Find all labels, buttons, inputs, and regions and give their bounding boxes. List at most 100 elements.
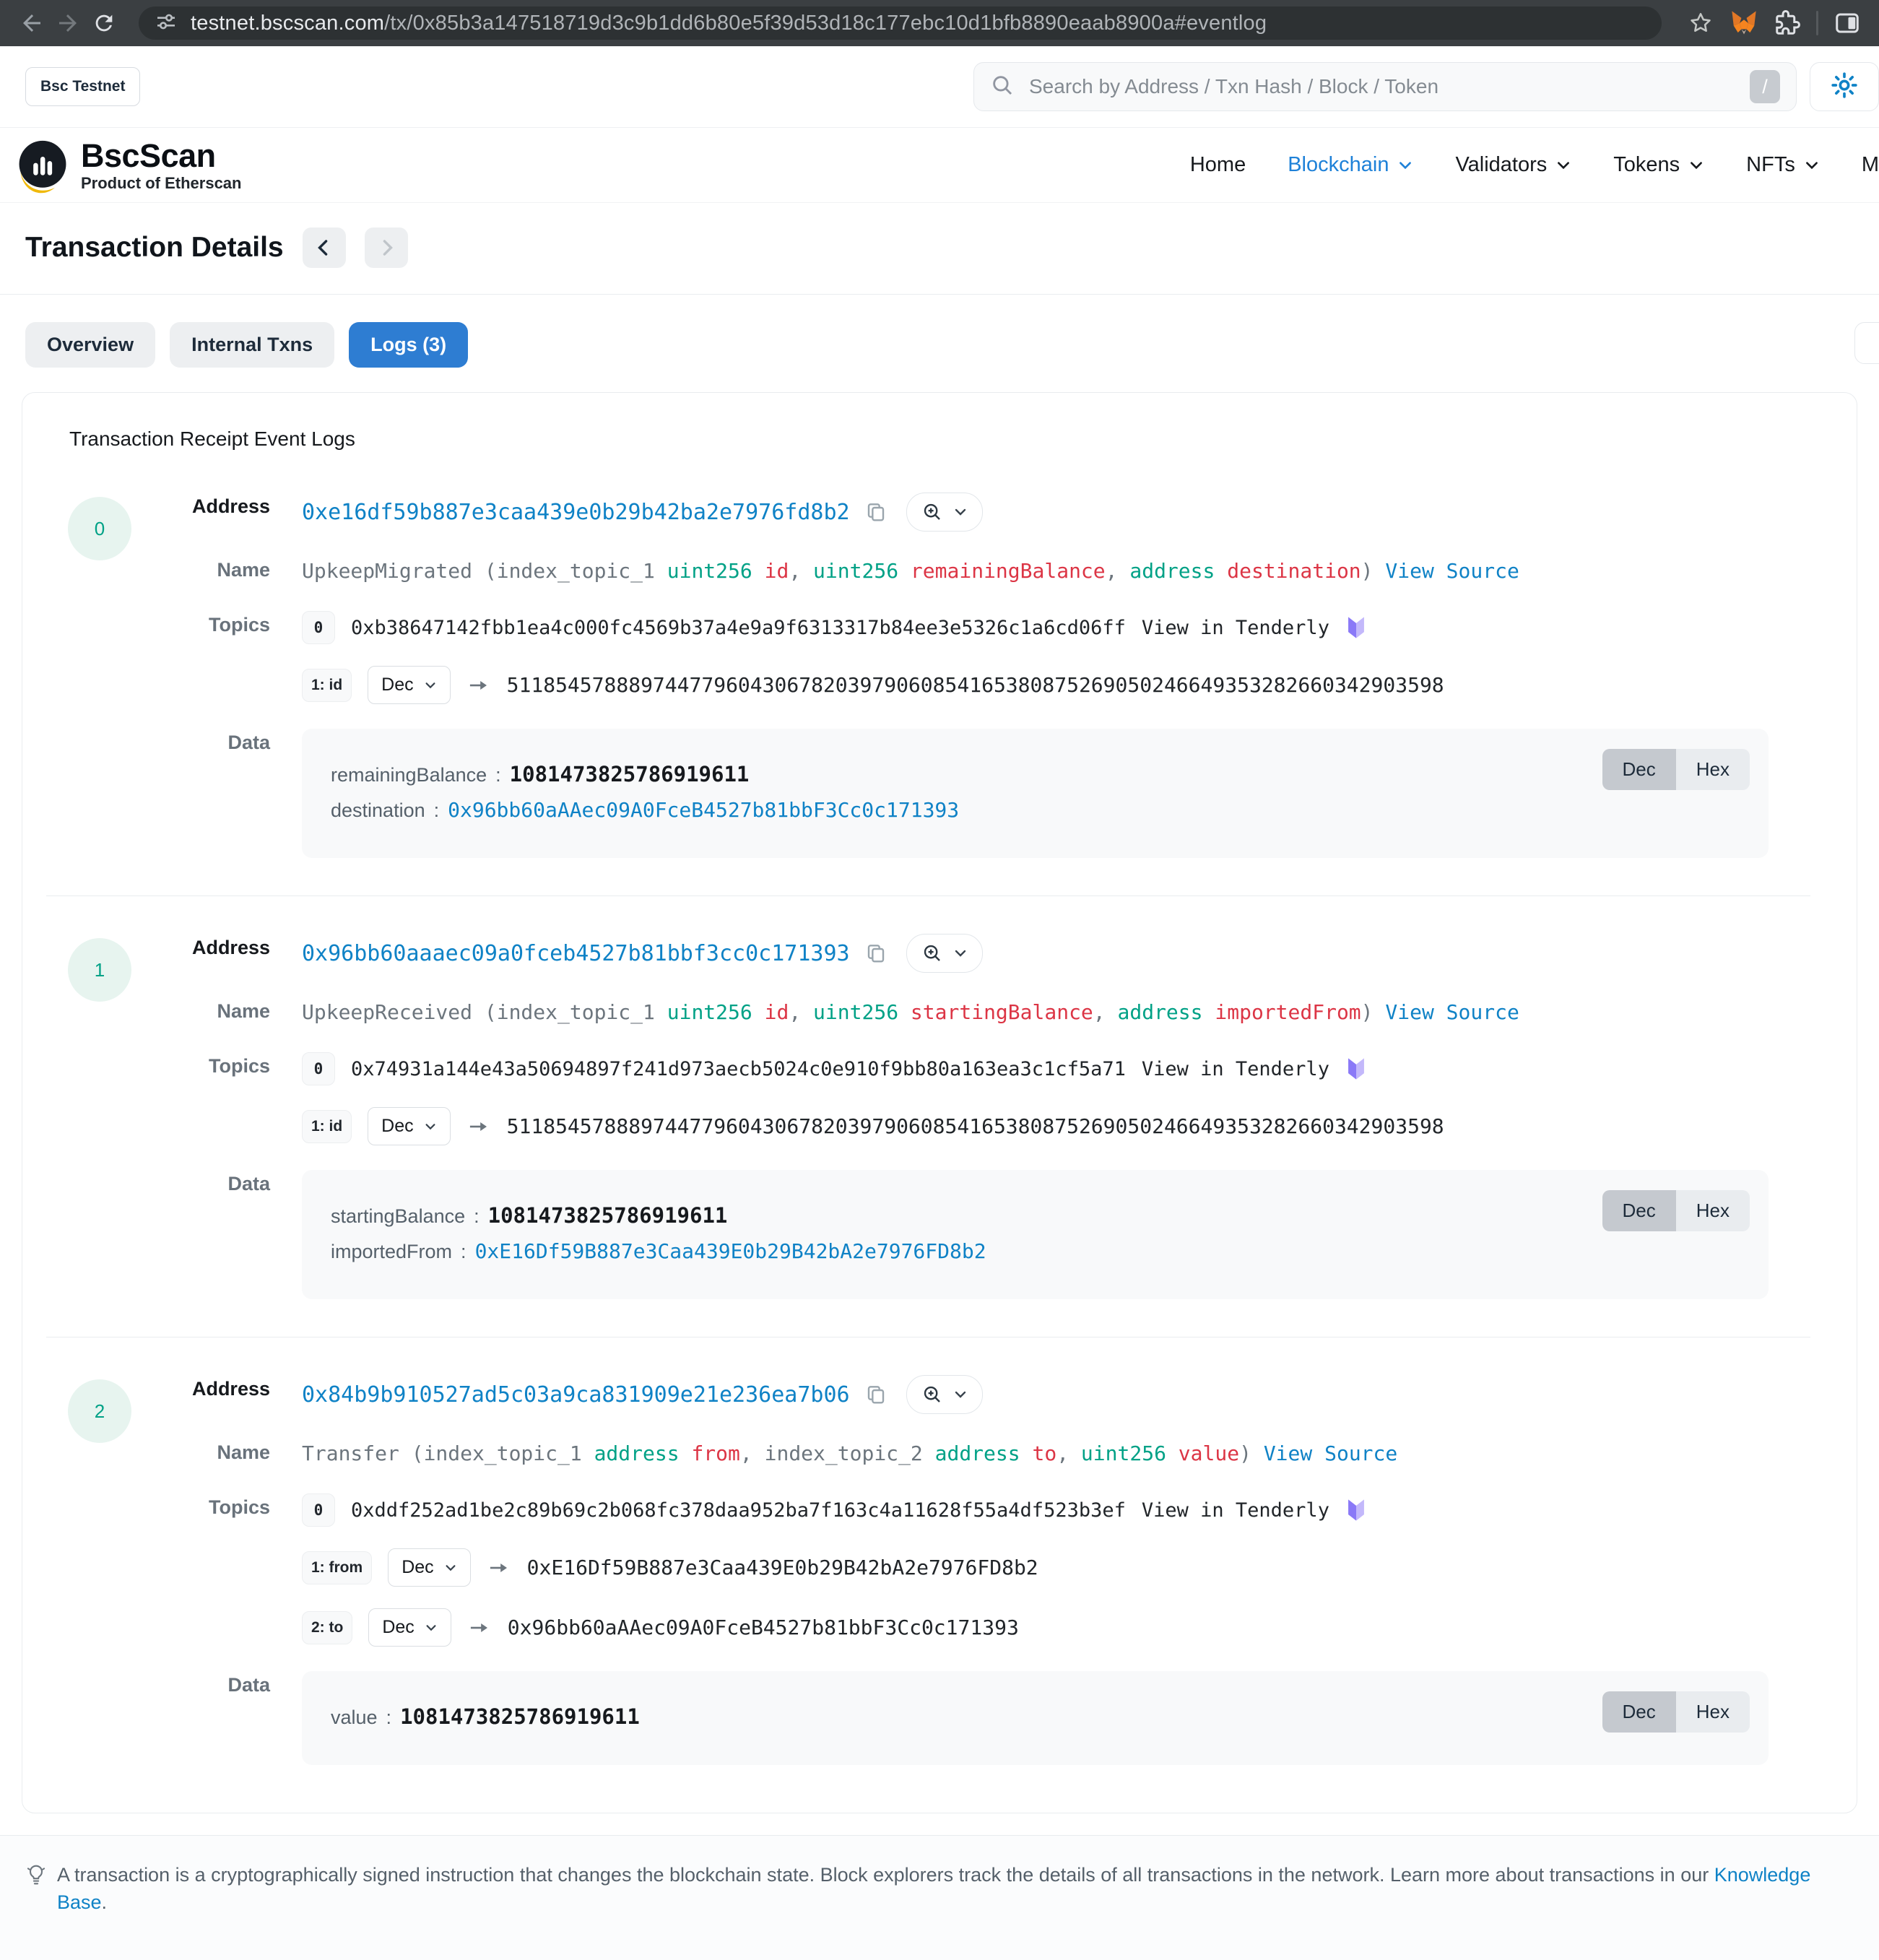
address-lookup-button[interactable] [906,493,983,532]
event-signature: UpkeepReceived (index_topic_1 uint256 id… [302,997,1810,1028]
name-row: Name UpkeepMigrated (index_topic_1 uint2… [46,556,1810,586]
dec-dropdown[interactable]: Dec [368,1107,450,1145]
topics-label: Topics [46,1052,302,1077]
copy-icon[interactable] [864,942,888,965]
site-settings-icon[interactable] [155,10,178,37]
topic-hash: 0xb38647142fbb1ea4c000fc4569b37a4e9a9f63… [351,617,1126,639]
arrow-right-icon [467,1620,492,1636]
view-source-link[interactable]: View Source [1385,559,1519,583]
topic-value-address-link[interactable]: 0x96bb60aAAec09A0FceB4527b81bbF3Cc0c1713… [508,1616,1019,1639]
view-in-tenderly-link[interactable]: View in Tenderly [1142,1499,1329,1522]
chevron-down-icon [1555,157,1571,173]
topic-value: 5118545788897447796043067820397906085416… [507,1114,1444,1138]
log-entry-1: 1 Address 0x96bb60aaaec09a0fceb4527b81bb… [46,934,1810,1337]
prev-tx-button[interactable] [303,227,346,268]
sun-icon [1830,71,1859,103]
view-source-link[interactable]: View Source [1264,1441,1397,1465]
topic-value: 5118545788897447796043067820397906085416… [507,673,1444,697]
name-label: Name [46,556,302,581]
data-address-link[interactable]: 0x96bb60aAAec09A0FceB4527b81bbF3Cc0c1713… [448,798,959,822]
page-title: Transaction Details [25,232,284,264]
view-in-tenderly-link[interactable]: View in Tenderly [1142,1058,1329,1080]
topics-label: Topics [46,611,302,636]
event-logs-card: Transaction Receipt Event Logs 0 Address… [22,392,1857,1813]
name-row: Name Transfer (index_topic_1 address fro… [46,1439,1810,1469]
nav-validators[interactable]: Validators [1455,153,1571,177]
nav-home[interactable]: Home [1190,153,1246,177]
back-icon[interactable] [17,9,46,38]
extensions-puzzle-icon[interactable] [1773,9,1802,38]
dec-hex-toggle: Dec Hex [1602,749,1750,790]
bookmark-star-icon[interactable] [1686,9,1715,38]
topic-index-badge: 1: id [302,669,352,702]
page-url: testnet.bscscan.com/tx/0x85b3a147518719d… [191,12,1267,35]
nav-more[interactable]: M [1862,153,1879,177]
search-input[interactable] [1028,74,1737,99]
tab-overview[interactable]: Overview [25,322,155,368]
page-title-row: Transaction Details [0,203,1879,294]
network-badge[interactable]: Bsc Testnet [25,67,140,106]
data-address-link[interactable]: 0xE16Df59B887e3Caa439E0b29B42bA2e7976FD8… [475,1239,986,1263]
chevron-right-icon [377,238,396,257]
reload-icon[interactable] [90,9,118,38]
log-address-link[interactable]: 0x84b9b910527ad5c03a9ca831909e21e236ea7b… [302,1382,850,1408]
address-lookup-button[interactable] [906,934,983,973]
nav-tokens[interactable]: Tokens [1613,153,1704,177]
dec-toggle[interactable]: Dec [1602,749,1676,790]
dec-toggle[interactable]: Dec [1602,1190,1676,1231]
arrow-right-icon [487,1560,511,1576]
data-box: remainingBalance:1081473825786919611 des… [302,729,1769,858]
chevron-down-icon [444,1561,457,1574]
theme-toggle-button[interactable] [1810,62,1879,111]
side-panel-icon[interactable] [1833,9,1862,38]
data-field: importedFrom:0xE16Df59B887e3Caa439E0b29B… [331,1239,1740,1263]
copy-icon[interactable] [864,500,888,524]
chevron-down-icon [1804,157,1820,173]
log-address-link[interactable]: 0x96bb60aaaec09a0fceb4527b81bbf3cc0c1713… [302,941,850,966]
tab-internal-txns[interactable]: Internal Txns [170,322,334,368]
forward-icon[interactable] [53,9,82,38]
dec-hex-toggle: Dec Hex [1602,1190,1750,1231]
data-label: Data [46,1671,302,1696]
data-row: Data value:1081473825786919611 Dec Hex [46,1671,1810,1765]
site-header-main: BscScan Product of Etherscan Home Blockc… [0,128,1879,203]
topic-index-badge: 1: id [302,1110,352,1143]
search-bar[interactable]: / [973,62,1797,111]
tab-logs[interactable]: Logs (3) [349,322,468,368]
site-header-top: Bsc Testnet / [0,46,1879,127]
view-in-tenderly-link[interactable]: View in Tenderly [1142,617,1329,639]
metamask-extension-icon[interactable] [1730,9,1758,38]
log-index-badge: 2 [68,1379,131,1443]
topic-value-address-link[interactable]: 0xE16Df59B887e3Caa439E0b29B42bA2e7976FD8… [527,1556,1038,1579]
nav-nfts[interactable]: NFTs [1746,153,1820,177]
bscscan-logo[interactable]: BscScan Product of Etherscan [13,136,241,195]
topic-0: 0 0x74931a144e43a50694897f241d973aecb502… [302,1052,1810,1085]
next-tx-button[interactable] [365,227,408,268]
topic-1: 1: id Dec 511854578889744779604306782039… [302,666,1810,704]
dec-toggle[interactable]: Dec [1602,1691,1676,1733]
hex-toggle[interactable]: Hex [1676,1691,1750,1733]
hex-toggle[interactable]: Hex [1676,1190,1750,1231]
dec-dropdown[interactable]: Dec [388,1548,470,1587]
copy-icon[interactable] [864,1383,888,1406]
topic-index-badge: 1: from [302,1551,372,1584]
address-bar[interactable]: testnet.bscscan.com/tx/0x85b3a147518719d… [139,6,1662,40]
event-signature: UpkeepMigrated (index_topic_1 uint256 id… [302,556,1810,586]
arrow-right-icon [467,1119,491,1135]
view-source-link[interactable]: View Source [1385,1000,1519,1024]
log-address-link[interactable]: 0xe16df59b887e3caa439e0b29b42ba2e7976fd8… [302,500,850,525]
nav-blockchain[interactable]: Blockchain [1288,153,1413,177]
dec-dropdown[interactable]: Dec [368,1608,451,1647]
dec-dropdown[interactable]: Dec [368,666,450,704]
tabs-right-partial-button[interactable] [1854,322,1879,364]
chevron-down-icon [424,1120,437,1133]
data-box: startingBalance:1081473825786919611 impo… [302,1170,1769,1299]
footer-note: A transaction is a cryptographically sig… [0,1835,1879,1960]
card-title: Transaction Receipt Event Logs [69,428,1810,451]
hex-toggle[interactable]: Hex [1676,749,1750,790]
address-row: Address 0xe16df59b887e3caa439e0b29b42ba2… [46,493,1810,532]
chevron-down-icon [1397,157,1413,173]
data-field: destination:0x96bb60aAAec09A0FceB4527b81… [331,798,1740,822]
address-lookup-button[interactable] [906,1375,983,1414]
browser-toolbar: testnet.bscscan.com/tx/0x85b3a147518719d… [0,0,1879,46]
